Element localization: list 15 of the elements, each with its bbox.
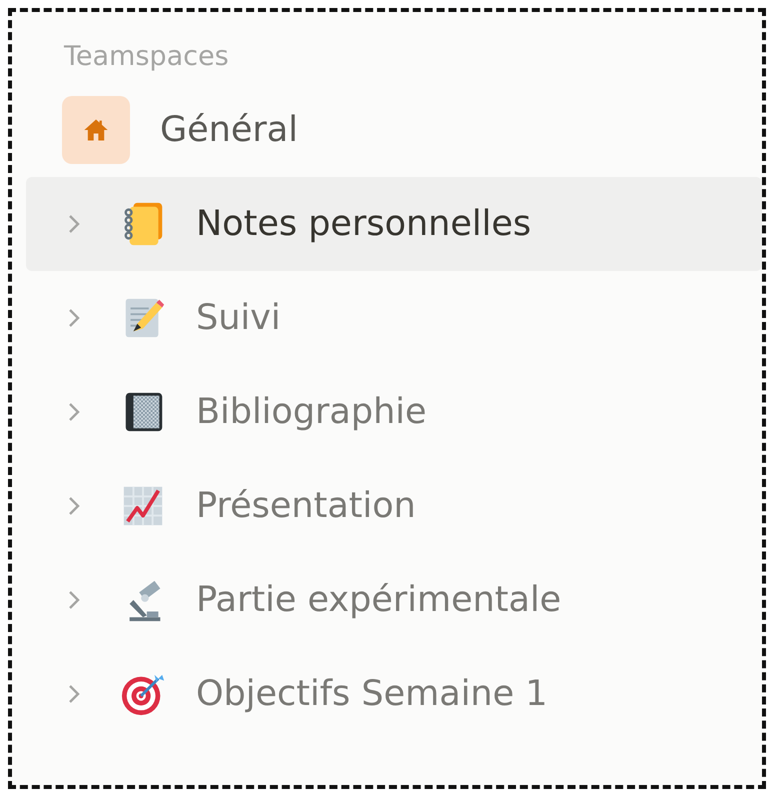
page-item[interactable]: Objectifs Semaine 1 bbox=[26, 647, 762, 741]
section-heading: Teamspaces bbox=[64, 40, 229, 74]
page-item[interactable]: Partie expérimentale bbox=[26, 553, 762, 647]
page-item[interactable]: Suivi bbox=[26, 271, 762, 365]
page-item[interactable]: Bibliographie bbox=[26, 365, 762, 459]
chevron-icon[interactable] bbox=[68, 684, 80, 704]
page-item[interactable]: Présentation bbox=[26, 459, 762, 553]
chevron-icon[interactable] bbox=[68, 402, 80, 422]
chevron-icon[interactable] bbox=[68, 590, 80, 610]
page-item[interactable]: Notes personnelles bbox=[26, 177, 762, 271]
chevron-icon[interactable] bbox=[68, 308, 80, 328]
chevron-icon[interactable] bbox=[68, 496, 80, 516]
chevron-icon[interactable] bbox=[68, 214, 80, 234]
teamspace-item[interactable]: Général bbox=[26, 82, 762, 177]
home-icon bbox=[62, 96, 130, 164]
